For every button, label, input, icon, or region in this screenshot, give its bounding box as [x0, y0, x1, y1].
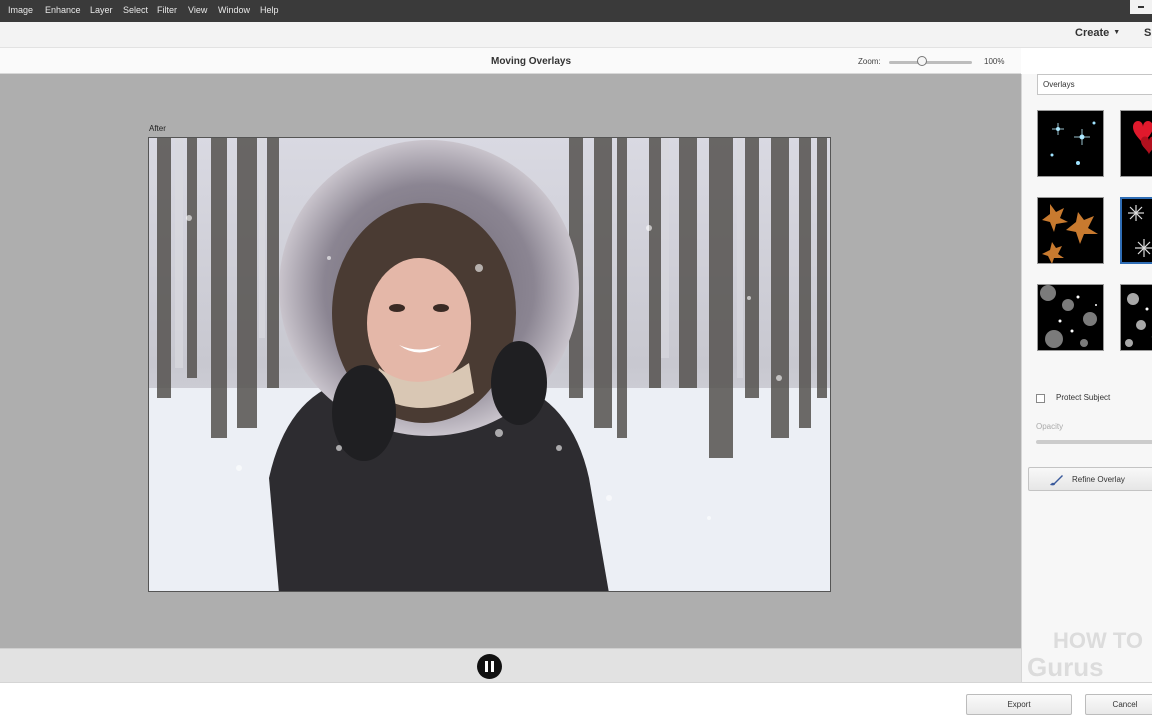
overlays-panel: Overlays Protect Subject Opacity Refine …	[1021, 74, 1152, 682]
howtogurus-watermark: HOW TO Gurus	[1027, 628, 1143, 682]
overlay-thumb-snowflakes[interactable]	[1120, 197, 1152, 264]
overlay-thumb-sparkles[interactable]	[1037, 110, 1104, 177]
overlay-category-dropdown[interactable]: Overlays	[1037, 74, 1152, 95]
footer-bar: Export Cancel	[0, 682, 1152, 720]
brush-icon	[1050, 475, 1063, 486]
menu-view[interactable]: View	[188, 5, 207, 15]
overlay-thumb-bokeh-dark[interactable]	[1120, 284, 1152, 351]
overlay-thumb-hearts[interactable]	[1120, 110, 1152, 177]
share-menu-button[interactable]: S	[1144, 27, 1151, 39]
refine-overlay-label: Refine Overlay	[1072, 475, 1125, 484]
zoom-slider[interactable]	[889, 61, 972, 64]
photo-preview[interactable]	[148, 137, 831, 592]
create-menu-button[interactable]: Create ▼	[1075, 27, 1120, 39]
view-label: After	[149, 124, 166, 133]
leaves-icon	[1038, 198, 1103, 263]
zoom-value: 100%	[984, 57, 1005, 66]
photo-image	[149, 138, 830, 591]
svg-text:Gurus: Gurus	[1027, 652, 1104, 682]
snowflake-icon	[1122, 199, 1152, 262]
document-titlebar: Moving Overlays Zoom: 100%	[0, 48, 1021, 74]
refine-overlay-button[interactable]: Refine Overlay	[1028, 467, 1152, 491]
pause-icon[interactable]	[477, 654, 502, 679]
menu-image[interactable]: Image	[8, 5, 33, 15]
opacity-slider[interactable]	[1036, 440, 1152, 444]
opacity-label: Opacity	[1036, 422, 1064, 431]
overlay-thumb-bokeh-light[interactable]	[1037, 284, 1104, 351]
zoom-label: Zoom:	[858, 57, 881, 66]
menu-enhance[interactable]: Enhance	[45, 5, 81, 15]
canvas-area: After	[0, 74, 1021, 648]
protect-subject-checkbox[interactable]	[1036, 394, 1045, 403]
overlay-thumb-autumn-leaves[interactable]	[1037, 197, 1104, 264]
app-toolbar: Create ▼ S	[0, 22, 1152, 48]
sparkles-icon	[1038, 111, 1103, 176]
create-label: Create	[1075, 27, 1110, 39]
chevron-down-icon: ▼	[1113, 29, 1121, 36]
menu-layer[interactable]: Layer	[90, 5, 113, 15]
bokeh-icon	[1038, 285, 1103, 350]
minimize-icon[interactable]	[1130, 0, 1152, 14]
menu-window[interactable]: Window	[218, 5, 250, 15]
svg-text:HOW TO: HOW TO	[1053, 628, 1143, 653]
protect-subject-label: Protect Subject	[1056, 393, 1111, 402]
cancel-button[interactable]: Cancel	[1085, 694, 1152, 715]
playback-bar	[0, 648, 1021, 682]
menu-select[interactable]: Select	[123, 5, 148, 15]
export-button[interactable]: Export	[966, 694, 1072, 715]
zoom-slider-thumb[interactable]	[917, 56, 927, 66]
menu-bar: Image Enhance Layer Select Filter View W…	[0, 0, 1152, 22]
menu-filter[interactable]: Filter	[157, 5, 177, 15]
hearts-icon	[1121, 111, 1152, 176]
menu-help[interactable]: Help	[260, 5, 279, 15]
bokeh-dark-icon	[1121, 285, 1152, 350]
